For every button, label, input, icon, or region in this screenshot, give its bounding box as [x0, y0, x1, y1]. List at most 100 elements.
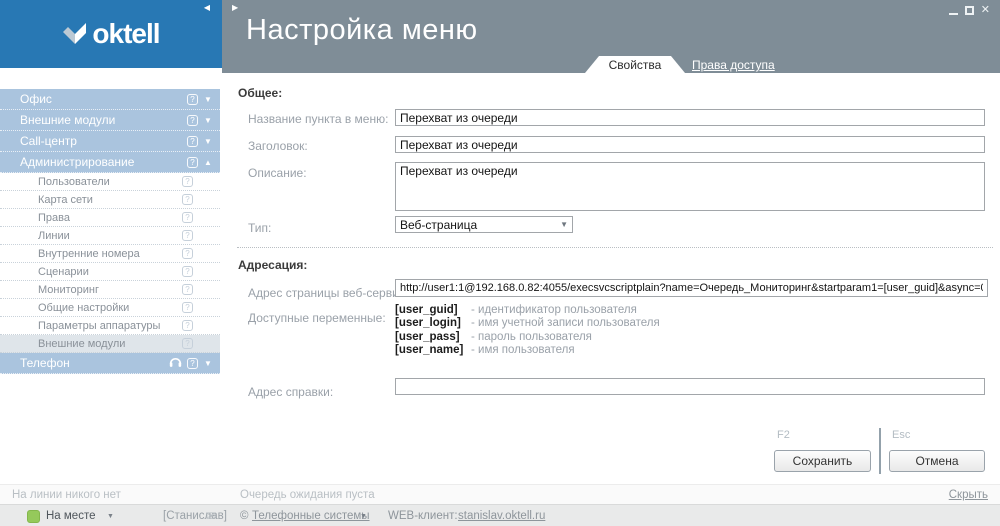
help-icon[interactable] — [182, 230, 193, 241]
variable-row: [user_login]- имя учетной записи пользов… — [395, 317, 660, 330]
available-variables-list: [user_guid]- идентификатор пользователя … — [395, 304, 660, 358]
description-label: Описание: — [248, 166, 307, 180]
web-service-address-label: Адрес страницы веб-сервиса: — [248, 286, 415, 300]
headset-icon[interactable] — [169, 356, 182, 371]
cancel-button[interactable]: Отмена — [889, 450, 985, 472]
collapse-sidebar-arrow-icon[interactable] — [204, 3, 210, 12]
current-user-text: [Станислав] — [163, 510, 227, 522]
variable-name: [user_name] — [395, 344, 471, 357]
chevron-down-icon[interactable] — [203, 359, 213, 368]
sidebar-item-label: Карта сети — [38, 194, 93, 206]
sidebar-item-hardware-params[interactable]: Параметры аппаратуры — [0, 317, 220, 335]
sidebar-item-label: Линии — [38, 230, 70, 242]
sidebar-item-administration[interactable]: Администрирование — [0, 152, 220, 173]
help-icon[interactable] — [187, 358, 198, 369]
sidebar-item-network-map[interactable]: Карта сети — [0, 191, 220, 209]
hide-link[interactable]: Скрыть — [949, 489, 988, 501]
help-address-input[interactable] — [395, 378, 985, 395]
help-icon[interactable] — [182, 212, 193, 223]
help-address-label: Адрес справки: — [248, 385, 333, 399]
type-dropdown[interactable]: Веб-страница — [395, 216, 573, 233]
help-icon[interactable] — [182, 176, 193, 187]
presence-status-icon — [27, 510, 40, 523]
minimize-icon[interactable] — [949, 6, 958, 15]
presence-selector[interactable]: На месте — [46, 510, 95, 522]
help-icon[interactable] — [182, 338, 193, 349]
sidebar-item-label: Пользователи — [38, 176, 110, 188]
sidebar-item-lines[interactable]: Линии — [0, 227, 220, 245]
help-icon[interactable] — [187, 136, 198, 147]
sidebar-item-external-modules[interactable]: Внешние модули — [0, 110, 220, 131]
sidebar-item-internal-numbers[interactable]: Внутренние номера — [0, 245, 220, 263]
sidebar-item-phone[interactable]: Телефон — [0, 353, 220, 374]
chevron-down-icon — [560, 220, 568, 229]
sidebar-item-scenarios[interactable]: Сценарии — [0, 263, 220, 281]
section-divider — [237, 247, 993, 248]
status-bar: На месте [Станислав] © Телефонные систем… — [0, 504, 1000, 526]
description-textarea[interactable]: Перехват из очереди — [395, 162, 985, 211]
oktell-logo-text: oktell — [92, 18, 159, 50]
save-hotkey-label: F2 — [777, 429, 790, 441]
sidebar-item-label: Офис — [20, 92, 52, 106]
window-controls — [949, 4, 990, 16]
sidebar-item-monitoring[interactable]: Мониторинг — [0, 281, 220, 299]
menu-item-name-label: Название пункта в меню: — [248, 112, 388, 126]
chevron-down-icon[interactable] — [203, 116, 213, 125]
variable-name: [user_pass] — [395, 331, 471, 344]
sidebar-item-label: Внешние модули — [38, 338, 125, 350]
queue-status-text: Очередь ожидания пуста — [240, 489, 375, 501]
type-label: Тип: — [248, 221, 271, 235]
sidebar-item-external-modules-sub[interactable]: Внешние модули — [0, 335, 220, 353]
variable-desc: - имя учетной записи пользователя — [471, 317, 660, 329]
save-button[interactable]: Сохранить — [774, 450, 871, 472]
help-icon[interactable] — [182, 194, 193, 205]
help-icon[interactable] — [187, 115, 198, 126]
help-icon[interactable] — [182, 302, 193, 313]
variable-row: [user_pass]- пароль пользователя — [395, 331, 660, 344]
oktell-logo: oktell — [0, 0, 222, 68]
variable-desc: - идентификатор пользователя — [471, 304, 637, 316]
help-icon[interactable] — [182, 248, 193, 259]
page-title: Настройка меню — [246, 14, 478, 47]
tab-properties[interactable]: Свойства — [585, 56, 685, 73]
notification-bar: На линии никого нет Очередь ожидания пус… — [0, 484, 1000, 504]
sidebar-item-label: Call-центр — [20, 134, 77, 148]
chevron-down-icon[interactable] — [360, 513, 367, 520]
variable-row: [user_guid]- идентификатор пользователя — [395, 304, 660, 317]
variable-desc: - имя пользователя — [471, 344, 575, 356]
webclient-link[interactable]: stanislav.oktell.ru — [458, 510, 545, 522]
button-divider — [879, 428, 881, 474]
chevron-down-icon[interactable] — [203, 137, 213, 146]
sidebar-item-call-center[interactable]: Call-центр — [0, 131, 220, 152]
close-icon[interactable] — [981, 5, 990, 16]
tab-access-rights[interactable]: Права доступа — [692, 58, 775, 72]
sidebar-item-rights[interactable]: Права — [0, 209, 220, 227]
title-input[interactable] — [395, 136, 985, 153]
chevron-up-icon[interactable] — [203, 158, 213, 167]
sidebar-item-label: Телефон — [20, 356, 70, 370]
messages-envelope-icon[interactable] — [206, 509, 216, 523]
variable-name: [user_login] — [395, 317, 471, 330]
sidebar-item-general-settings[interactable]: Общие настройки — [0, 299, 220, 317]
web-service-address-input[interactable] — [395, 279, 988, 297]
menu-item-name-input[interactable] — [395, 109, 985, 126]
help-icon[interactable] — [187, 157, 198, 168]
expand-panel-arrow-icon[interactable] — [232, 3, 238, 12]
chevron-down-icon[interactable] — [203, 95, 213, 104]
help-icon[interactable] — [187, 94, 198, 105]
chevron-down-icon[interactable] — [107, 513, 114, 520]
sidebar-item-office[interactable]: Офис — [0, 89, 220, 110]
sidebar-menu: Офис Внешние модули Call-центр Администр… — [0, 89, 220, 374]
sidebar-item-label: Права — [38, 212, 70, 224]
sidebar-item-label: Внутренние номера — [38, 248, 140, 260]
help-icon[interactable] — [182, 320, 193, 331]
title-label: Заголовок: — [248, 139, 308, 153]
maximize-icon[interactable] — [965, 6, 974, 15]
company-link[interactable]: Телефонные системы — [252, 510, 370, 522]
sidebar-item-label: Внешние модули — [20, 113, 115, 127]
sidebar-item-label: Мониторинг — [38, 284, 99, 296]
help-icon[interactable] — [182, 284, 193, 295]
help-icon[interactable] — [182, 266, 193, 277]
sidebar-item-users[interactable]: Пользователи — [0, 173, 220, 191]
sidebar-header: oktell — [0, 0, 222, 68]
